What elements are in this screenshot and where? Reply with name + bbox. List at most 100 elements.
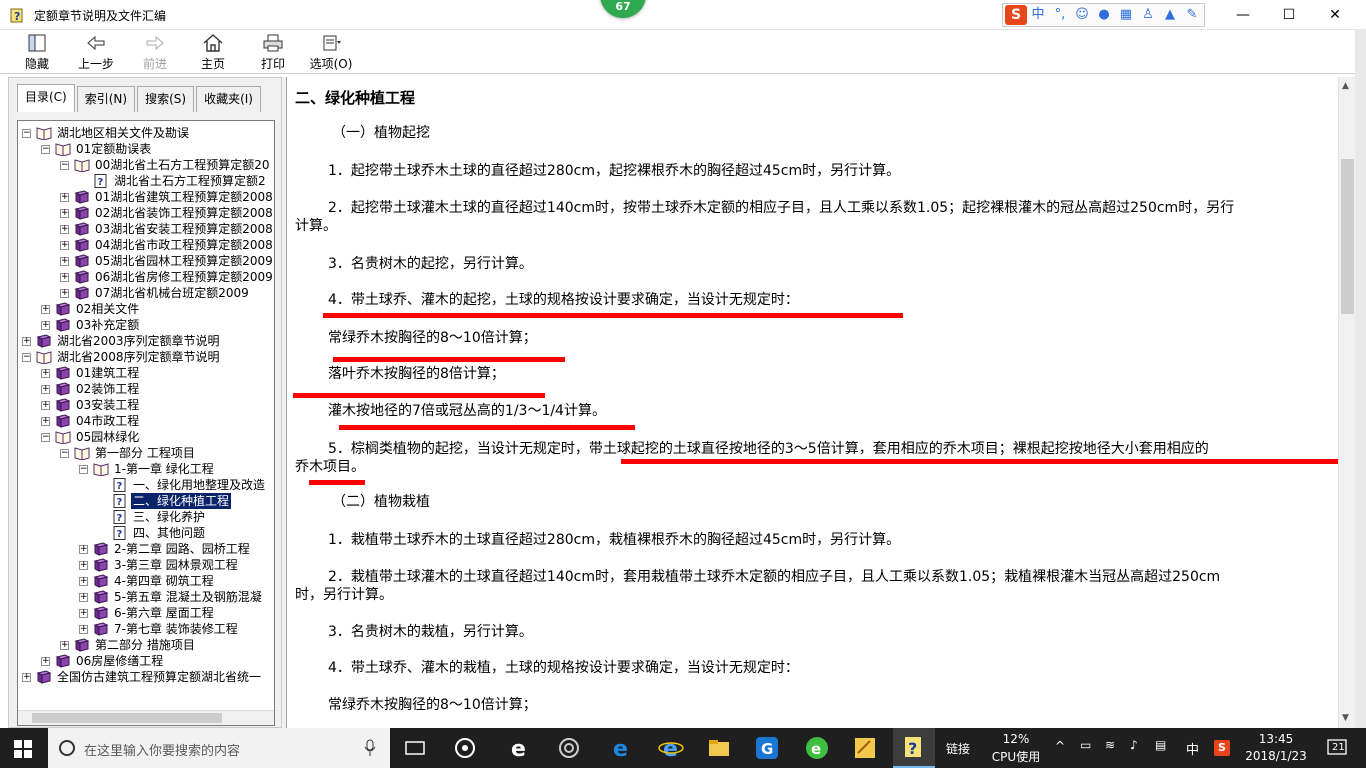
360-browser-icon[interactable]: e [802, 733, 832, 763]
content-scroll-thumb[interactable] [1341, 159, 1354, 314]
expand-icon[interactable]: + [79, 545, 88, 554]
tree-item[interactable]: +2-第二章 园路、园桥工程 [18, 541, 274, 557]
close-button[interactable]: ✕ [1312, 0, 1358, 30]
emoji-icon[interactable]: ☺ [1071, 5, 1093, 25]
expand-icon[interactable]: + [60, 209, 69, 218]
battery-icon[interactable]: ▭ [1080, 738, 1091, 752]
tree-item[interactable]: +5-第五章 混凝土及钢筋混凝 [18, 589, 274, 605]
tree-item[interactable]: − 05园林绿化 [18, 429, 274, 445]
tree-scroll-thumb[interactable] [32, 713, 222, 723]
tree-item[interactable]: +06湖北省房修工程预算定额2009 [18, 269, 274, 285]
expand-icon[interactable]: + [41, 657, 50, 666]
expand-icon[interactable]: + [60, 193, 69, 202]
scroll-up-icon[interactable]: ▲ [1342, 81, 1349, 91]
ime-lang-toggle[interactable]: 中 [1027, 5, 1049, 25]
task-view-icon[interactable] [400, 733, 430, 763]
notification-center-icon[interactable]: 21 [1326, 738, 1348, 758]
notes-app-icon[interactable] [850, 733, 880, 763]
expand-icon[interactable]: + [41, 321, 50, 330]
tree-item[interactable]: +03湖北省安装工程预算定额2008 [18, 221, 274, 237]
tree-item[interactable]: + 全国仿古建筑工程预算定额湖北省统一 [18, 669, 274, 685]
skin-icon[interactable]: ▲ [1159, 5, 1181, 25]
help-taskbar-button[interactable]: ? [893, 728, 935, 768]
tree-item[interactable]: ? 三、绿化养护 [18, 509, 274, 525]
hide-button[interactable]: 隐藏 [18, 33, 56, 73]
collapse-icon[interactable]: − [60, 161, 69, 170]
expand-icon[interactable]: + [79, 625, 88, 634]
collapse-icon[interactable]: − [22, 353, 31, 362]
ime-indicator[interactable]: 中 [1186, 739, 1199, 758]
minimize-button[interactable]: — [1220, 0, 1266, 30]
tree-item[interactable]: +04湖北省市政工程预算定额2008 [18, 237, 274, 253]
tree-horizontal-scrollbar[interactable] [18, 710, 274, 725]
expand-icon[interactable]: + [60, 273, 69, 282]
collapse-icon[interactable]: − [41, 145, 50, 154]
tree-item[interactable]: ? 湖北省土石方工程预算定额2 [18, 173, 274, 189]
ime-punct-toggle[interactable]: °, [1049, 5, 1071, 25]
expand-icon[interactable]: + [22, 337, 31, 346]
expand-icon[interactable]: + [41, 369, 50, 378]
expand-icon[interactable]: + [41, 417, 50, 426]
tree-item[interactable]: − 00湖北省土石方工程预算定额20 [18, 157, 274, 173]
tree-item[interactable]: − 01定额勘误表 [18, 141, 274, 157]
tree-item[interactable]: +03补充定额 [18, 317, 274, 333]
tree-item[interactable]: +6-第六章 屋面工程 [18, 605, 274, 621]
tree-item[interactable]: +02相关文件 [18, 301, 274, 317]
tree-item[interactable]: − 1-第一章 绿化工程 [18, 461, 274, 477]
expand-icon[interactable]: + [41, 401, 50, 410]
tree-item[interactable]: +06房屋修缮工程 [18, 653, 274, 669]
home-button[interactable]: 主页 [194, 33, 232, 73]
tree-item[interactable]: − 湖北省2008序列定额章节说明 [18, 349, 274, 365]
tree-item[interactable]: +01湖北省建筑工程预算定额2008 [18, 189, 274, 205]
tree-item[interactable]: +03安装工程 [18, 397, 274, 413]
tab-contents[interactable]: 目录(C) [17, 84, 75, 112]
maximize-button[interactable]: ☐ [1266, 0, 1312, 30]
tree-item[interactable]: + 第二部分 措施项目 [18, 637, 274, 653]
tree-item[interactable]: +4-第四章 砌筑工程 [18, 573, 274, 589]
microphone-icon[interactable]: ● [1093, 5, 1115, 25]
tree-item[interactable]: − 第一部分 工程项目 [18, 445, 274, 461]
ie-browser-icon[interactable]: e [504, 733, 534, 763]
expand-icon[interactable]: + [79, 609, 88, 618]
collapse-icon[interactable]: − [22, 129, 31, 138]
tab-index[interactable]: 索引(N) [76, 86, 136, 112]
user-icon[interactable]: ♙ [1137, 5, 1159, 25]
edge-browser-icon[interactable]: e [606, 733, 636, 763]
expand-icon[interactable]: + [60, 257, 69, 266]
tree-item[interactable]: ? 一、绿化用地整理及改造 [18, 477, 274, 493]
tree-item[interactable]: +04市政工程 [18, 413, 274, 429]
expand-icon[interactable]: + [79, 561, 88, 570]
tab-favorites[interactable]: 收藏夹(I) [196, 86, 261, 112]
options-button[interactable]: 选项(O) [306, 33, 356, 73]
clock-time[interactable]: 13:45 [1240, 732, 1312, 746]
print-button[interactable]: 打印 [254, 33, 292, 73]
keyboard-icon[interactable]: ▤ [1155, 738, 1166, 752]
sogou-logo-icon[interactable]: S [1005, 5, 1027, 25]
microphone-icon[interactable] [364, 739, 376, 757]
expand-icon[interactable]: + [60, 289, 69, 298]
collapse-icon[interactable]: − [79, 465, 88, 474]
fan-app-icon[interactable] [450, 733, 480, 763]
tree-item[interactable]: +07湖北省机械台班定额2009 [18, 285, 274, 301]
keyboard-icon[interactable]: ▦ [1115, 5, 1137, 25]
tree-item[interactable]: +3-第三章 园林景观工程 [18, 557, 274, 573]
link-toolbar-label[interactable]: 链接 [946, 740, 970, 757]
wifi-icon[interactable]: ≋ [1105, 738, 1115, 752]
collapse-icon[interactable]: − [41, 433, 50, 442]
expand-icon[interactable]: + [60, 225, 69, 234]
clock-date[interactable]: 2018/1/23 [1240, 749, 1312, 763]
expand-icon[interactable]: + [22, 673, 31, 682]
file-explorer-icon[interactable] [704, 733, 734, 763]
tree-item[interactable]: − 湖北地区相关文件及勘误 [18, 125, 274, 141]
volume-icon[interactable]: ♪ [1130, 738, 1138, 752]
tray-overflow-icon[interactable]: ^ [1055, 739, 1065, 753]
tree-item[interactable]: ? 二、绿化种植工程 [18, 493, 274, 509]
content-vertical-scrollbar[interactable]: ▲ ▼ [1338, 77, 1355, 728]
back-button[interactable]: 上一步 [74, 33, 118, 73]
chrome-g-icon[interactable]: G [752, 733, 782, 763]
ie-classic-icon[interactable]: e [656, 733, 686, 763]
expand-icon[interactable]: + [41, 305, 50, 314]
windows-start-icon[interactable] [14, 740, 32, 758]
collapse-icon[interactable]: − [60, 449, 69, 458]
tree-item[interactable]: +02装饰工程 [18, 381, 274, 397]
